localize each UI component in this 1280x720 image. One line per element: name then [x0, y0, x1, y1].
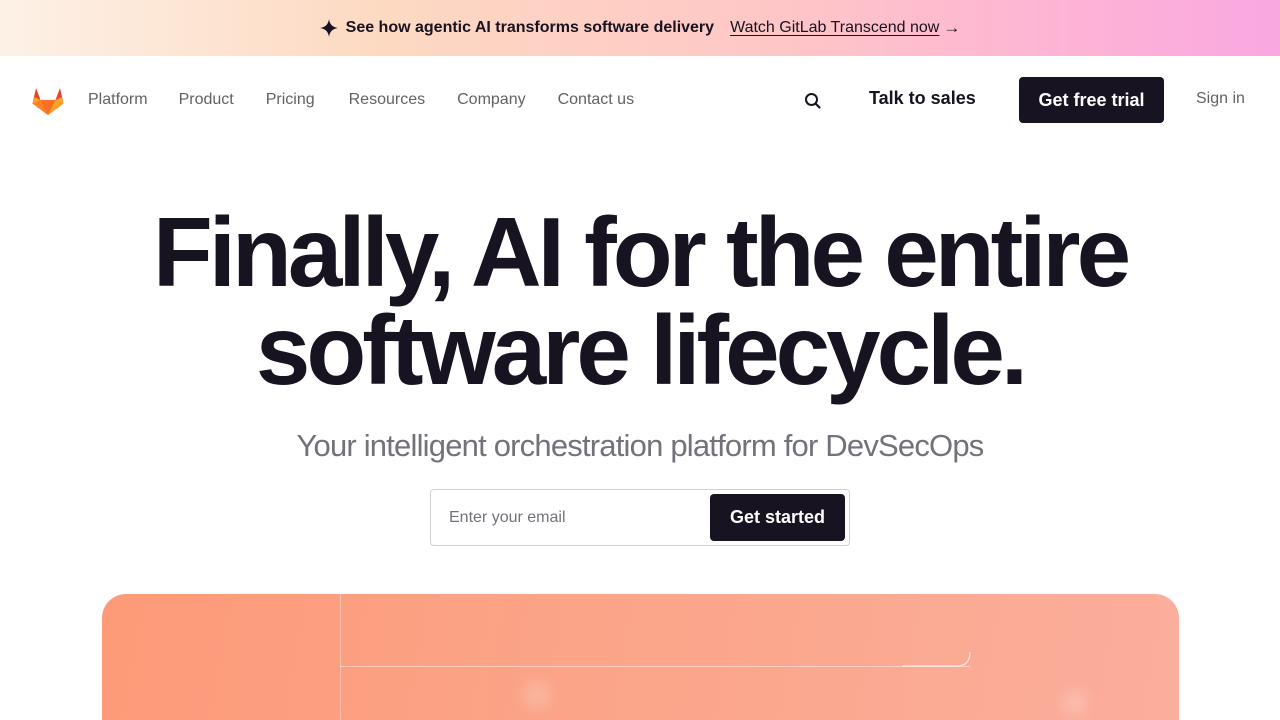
banner-link[interactable]: Watch GitLab Transcend now — [730, 19, 939, 37]
nav-item-company[interactable]: Company — [457, 91, 525, 109]
main-nav: Platform Product Pricing Resources Compa… — [0, 56, 1280, 144]
glow-decoration — [1062, 690, 1088, 716]
hero-title: Finally, AI for the entire software life… — [0, 203, 1280, 399]
hero-title-line-1: Finally, AI for the entire — [152, 197, 1131, 307]
get-free-trial-button[interactable]: Get free trial — [1019, 77, 1164, 123]
nav-item-product[interactable]: Product — [179, 91, 234, 109]
nav-item-pricing[interactable]: Pricing — [266, 91, 315, 109]
gitlab-logo[interactable] — [31, 83, 65, 117]
glow-decoration — [522, 680, 552, 710]
sparkle-icon — [319, 19, 338, 37]
nav-item-platform[interactable]: Platform — [88, 91, 148, 109]
email-input[interactable] — [441, 498, 701, 538]
divider — [340, 666, 970, 667]
arrow-right-icon[interactable]: → — [943, 18, 960, 38]
hero-subtitle: Your intelligent orchestration platform … — [296, 428, 984, 463]
nav-menu: Platform Product Pricing Resources Compa… — [88, 56, 634, 144]
hero-media-panel — [102, 594, 1179, 720]
search-icon[interactable] — [802, 90, 824, 112]
divider — [340, 594, 341, 720]
nav-item-contact[interactable]: Contact us — [558, 91, 634, 109]
email-signup-form: Get started — [430, 489, 850, 546]
talk-to-sales-link[interactable]: Talk to sales — [869, 88, 976, 109]
curve-decoration — [902, 651, 971, 667]
banner-headline: See how agentic AI transforms software d… — [345, 19, 715, 36]
nav-item-resources[interactable]: Resources — [349, 91, 425, 109]
announcement-banner: See how agentic AI transforms software d… — [0, 0, 1280, 56]
hero-title-line-2: software lifecycle. — [255, 295, 1028, 405]
get-started-button[interactable]: Get started — [710, 494, 845, 541]
sign-in-link[interactable]: Sign in — [1196, 90, 1245, 108]
